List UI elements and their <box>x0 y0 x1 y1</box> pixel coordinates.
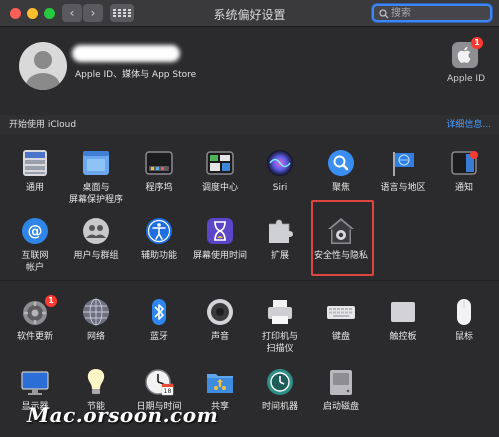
search-input[interactable] <box>391 6 487 20</box>
pane-label: 通知 <box>454 183 473 193</box>
pane-mouse[interactable]: 鼠标 <box>432 293 496 353</box>
general-icon <box>23 150 47 176</box>
pane-label: 鼠标 <box>454 332 473 342</box>
sharing-icon <box>207 374 233 393</box>
pane-extensions[interactable]: 扩展 <box>248 212 312 272</box>
pane-label: 桌面与 屏幕保护程序 <box>68 183 123 205</box>
pane-users-groups[interactable]: 用户与群组 <box>64 212 128 272</box>
pane-trackpad[interactable]: 触控板 <box>371 293 435 353</box>
pane-internet-accounts[interactable]: @ 互联网 帐户 <box>3 212 67 273</box>
screen-time-icon <box>207 218 233 244</box>
icloud-banner: 开始使用 iCloud 详细信息... <box>0 115 499 134</box>
apple-id-badge: 1 <box>471 37 483 49</box>
pane-label: 启动磁盘 <box>322 402 359 412</box>
bluetooth-icon <box>152 299 166 325</box>
pane-spotlight[interactable]: 聚焦 <box>309 144 373 204</box>
section-divider <box>0 280 499 281</box>
software-update-badge: 1 <box>45 295 57 307</box>
keyboard-icon <box>327 306 355 319</box>
apple-id-subtitle: Apple ID、媒体与 App Store <box>75 70 197 80</box>
pane-general[interactable]: 通用 <box>3 144 67 204</box>
pane-label: 用户与群组 <box>73 251 119 261</box>
pane-siri[interactable]: Siri <box>248 144 312 204</box>
user-silhouette-icon <box>26 51 60 90</box>
highlight-box <box>311 200 374 276</box>
pane-software-update[interactable]: 1 软件更新 <box>3 293 67 353</box>
desktop-screensaver-icon <box>83 151 109 175</box>
extensions-icon <box>269 219 293 243</box>
trackpad-icon <box>391 302 415 322</box>
dock-icon <box>145 151 173 175</box>
title-bar: ‹ › 系统偏好设置 <box>0 0 499 27</box>
users-groups-icon <box>83 218 109 244</box>
pane-desktop-screensaver[interactable]: 桌面与 屏幕保护程序 <box>64 144 128 205</box>
details-link[interactable]: 详细信息... <box>446 117 491 130</box>
pane-keyboard[interactable]: 键盘 <box>309 293 373 353</box>
pane-notifications[interactable]: 通知 <box>432 144 496 204</box>
redacted-user-name <box>72 45 180 62</box>
pane-label: 网络 <box>86 332 105 342</box>
icloud-banner-text: 开始使用 iCloud <box>9 120 77 130</box>
pane-language-region[interactable]: 语言与地区 <box>371 144 435 204</box>
time-machine-icon <box>267 369 293 395</box>
language-region-icon <box>393 152 414 176</box>
apple-logo-icon <box>457 46 471 63</box>
notifications-icon <box>451 151 478 175</box>
siri-icon <box>267 150 293 176</box>
pane-screen-time[interactable]: 屏幕使用时间 <box>188 212 252 272</box>
pane-bluetooth[interactable]: 蓝牙 <box>127 293 191 353</box>
spotlight-icon <box>328 150 354 176</box>
startup-disk-icon <box>330 370 352 395</box>
apple-id-label: Apple ID <box>446 74 486 84</box>
displays-icon <box>21 371 49 395</box>
watermark-text: Mac.orsoon.com <box>27 403 219 427</box>
apple-id-button[interactable]: 1 <box>452 37 483 68</box>
pane-startup-disk[interactable]: 启动磁盘 <box>309 363 373 423</box>
search-icon <box>379 9 389 19</box>
network-icon <box>83 298 109 326</box>
pane-sound[interactable]: 声音 <box>188 293 252 353</box>
sound-icon <box>207 299 233 325</box>
user-avatar[interactable] <box>19 42 67 90</box>
pane-printers-scanners[interactable]: 打印机与 扫描仪 <box>248 293 312 354</box>
pane-time-machine[interactable]: 时间机器 <box>248 363 312 423</box>
pane-mission-control[interactable]: 调度中心 <box>188 144 252 204</box>
internet-accounts-icon: @ <box>22 218 48 244</box>
printers-scanners-icon <box>268 300 292 324</box>
energy-saver-icon <box>87 369 105 394</box>
calendar-day: 18 <box>163 388 172 395</box>
pane-dock[interactable]: 程序坞 <box>127 144 191 204</box>
search-field[interactable] <box>372 4 492 22</box>
mission-control-icon <box>206 151 234 175</box>
pane-accessibility[interactable]: 辅助功能 <box>127 212 191 272</box>
mouse-icon <box>457 299 471 325</box>
accessibility-icon <box>146 218 172 244</box>
pane-network[interactable]: 网络 <box>64 293 128 353</box>
svg-text:@: @ <box>28 222 43 240</box>
